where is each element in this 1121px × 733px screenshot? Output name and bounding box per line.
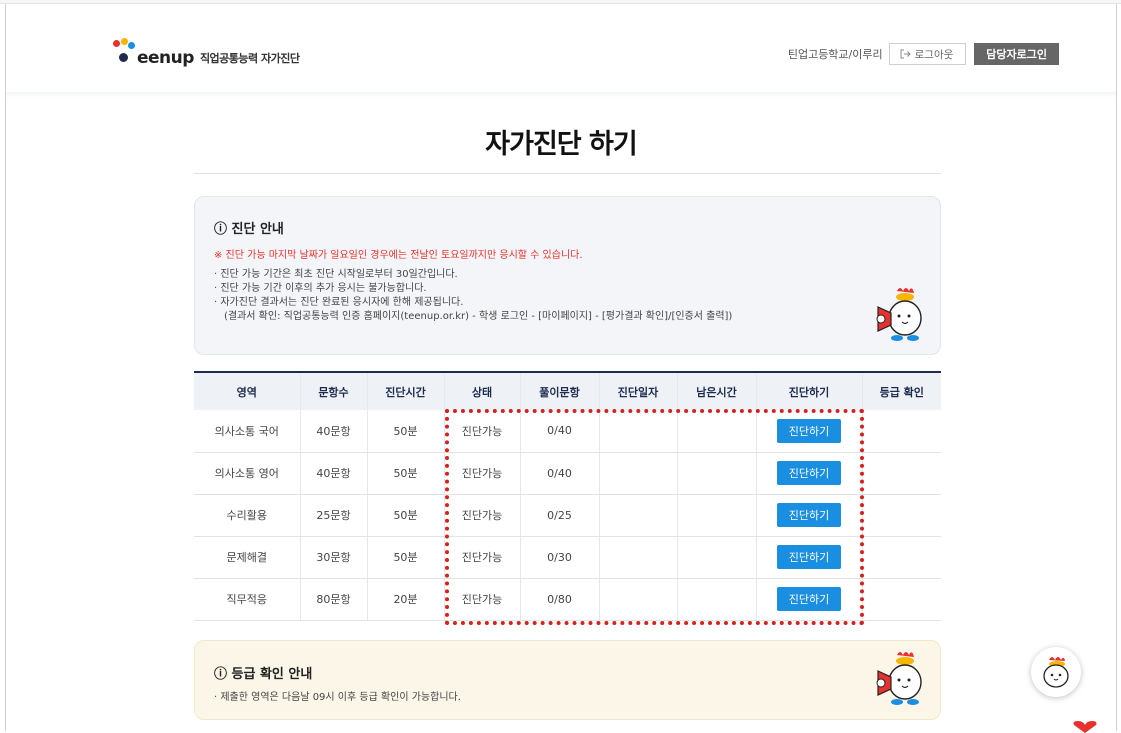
cell-area: 수리활용: [194, 494, 300, 537]
start-diagnosis-button[interactable]: 진단하기: [776, 587, 842, 611]
logout-button[interactable]: 로그아웃: [888, 43, 967, 65]
cell-time: 50분: [366, 494, 444, 537]
table-row: 의사소통 국어 40문항 50분 진단가능 0/40 진단하기: [194, 410, 941, 453]
mascot-megaphone-icon: [876, 652, 922, 705]
grade-notice-title: ⓘ 등급 확인 안내: [214, 667, 313, 682]
cell-grade: [861, 536, 941, 579]
cell-grade: [861, 410, 941, 453]
heart-icon: [1073, 721, 1097, 733]
cell-time: 50분: [366, 410, 444, 453]
cell-date: [598, 410, 677, 453]
cell-remaining: [676, 578, 756, 621]
cell-count: 25문항: [299, 494, 367, 537]
cell-action: 진단하기: [755, 410, 862, 453]
cell-area: 문제해결: [194, 536, 300, 579]
logout-label: 로그아웃: [914, 48, 954, 61]
column-header: 남은시간: [676, 371, 756, 410]
notice-item: (결과서 확인: 직업공통능력 인증 홈페이지(teenup.or.kr) - …: [224, 311, 733, 322]
logout-arrow-icon: [900, 49, 911, 59]
cell-date: [598, 578, 677, 621]
cell-area: 의사소통 국어: [194, 410, 300, 453]
column-header: 진단하기: [755, 371, 862, 410]
notice-title: ⓘ 진단 안내: [214, 222, 284, 237]
column-header: 진단일자: [598, 371, 677, 410]
cell-time: 20분: [366, 578, 444, 621]
cell-count: 40문항: [299, 452, 367, 495]
cell-action: 진단하기: [755, 536, 862, 579]
site-logo[interactable]: eenup 직업공통능력 자가진단: [113, 38, 300, 68]
diagnosis-notice-box: ⓘ 진단 안내 ※ 진단 가능 마지막 날짜가 일요일인 경우에는 전날인 토요…: [194, 196, 941, 355]
cell-date: [598, 536, 677, 579]
table-row: 의사소통 영어 40문항 50분 진단가능 0/40 진단하기: [194, 452, 941, 495]
logo-subtitle: 직업공통능력 자가진단: [199, 52, 300, 65]
cell-count: 80문항: [299, 578, 367, 621]
cell-remaining: [676, 452, 756, 495]
column-header: 등급 확인: [861, 371, 941, 410]
title-divider: [194, 173, 941, 174]
page-frame: eenup 직업공통능력 자가진단 틴업고등학교/이루리 로그아웃 담당자로그인…: [5, 4, 1117, 733]
cell-solved: 0/25: [519, 494, 599, 537]
cell-status: 진단가능: [443, 452, 520, 495]
page-title: 자가진단 하기: [485, 129, 637, 160]
notice-item: · 진단 가능 기간은 최초 진단 시작일로부터 30일간입니다.: [214, 269, 458, 280]
table-header-row: 영역 문항수 진단시간 상태 풀이문항 진단일자 남은시간 진단하기 등급 확인: [194, 371, 941, 410]
cell-grade: [861, 494, 941, 537]
header-shadow: [6, 92, 1116, 98]
grade-notice-text: · 제출한 영역은 다음날 09시 이후 등급 확인이 가능합니다.: [214, 692, 461, 703]
cell-remaining: [676, 536, 756, 579]
start-diagnosis-button[interactable]: 진단하기: [776, 461, 842, 485]
cell-action: 진단하기: [755, 494, 862, 537]
cell-date: [598, 452, 677, 495]
start-diagnosis-button[interactable]: 진단하기: [776, 545, 842, 569]
logo-wordmark: eenup: [137, 48, 194, 68]
notice-item: · 진단 가능 기간 이후의 추가 응시는 불가능합니다.: [214, 283, 427, 294]
table-row: 수리활용 25문항 50분 진단가능 0/25 진단하기: [194, 494, 941, 537]
cell-solved: 0/80: [519, 578, 599, 621]
user-area: 틴업고등학교/이루리 로그아웃 담당자로그인: [788, 43, 1059, 65]
mascot-megaphone-icon: [876, 288, 922, 341]
table-row: 직무적응 80문항 20분 진단가능 0/80 진단하기: [194, 578, 941, 621]
column-header: 영역: [194, 371, 300, 410]
cell-area: 의사소통 영어: [194, 452, 300, 495]
cell-status: 진단가능: [443, 494, 520, 537]
cell-solved: 0/40: [519, 410, 599, 453]
table-row: 문제해결 30문항 50분 진단가능 0/30 진단하기: [194, 536, 941, 579]
cell-count: 40문항: [299, 410, 367, 453]
logo-dots-icon: [113, 38, 135, 68]
cell-remaining: [676, 410, 756, 453]
cell-solved: 0/40: [519, 452, 599, 495]
notice-warning: ※ 진단 가능 마지막 날짜가 일요일인 경우에는 전날인 토요일까지만 응시할…: [214, 250, 583, 261]
chatbot-float-button[interactable]: [1031, 647, 1081, 697]
column-header: 문항수: [299, 371, 367, 410]
site-header: eenup 직업공통능력 자가진단 틴업고등학교/이루리 로그아웃 담당자로그인: [6, 4, 1116, 98]
cell-remaining: [676, 494, 756, 537]
user-name: 틴업고등학교/이루리: [787, 48, 883, 61]
cell-status: 진단가능: [443, 578, 520, 621]
cell-grade: [861, 452, 941, 495]
start-diagnosis-button[interactable]: 진단하기: [776, 503, 842, 527]
cell-count: 30문항: [299, 536, 367, 579]
cell-solved: 0/30: [519, 536, 599, 579]
column-header: 상태: [443, 371, 520, 410]
cell-area: 직무적응: [194, 578, 300, 621]
cell-date: [598, 494, 677, 537]
manager-login-button[interactable]: 담당자로그인: [974, 43, 1059, 65]
cell-status: 진단가능: [443, 410, 520, 453]
cell-action: 진단하기: [755, 578, 862, 621]
diagnosis-table: 영역 문항수 진단시간 상태 풀이문항 진단일자 남은시간 진단하기 등급 확인…: [194, 371, 941, 621]
cell-status: 진단가능: [443, 536, 520, 579]
cell-time: 50분: [366, 536, 444, 579]
start-diagnosis-button[interactable]: 진단하기: [776, 418, 842, 443]
chatbot-mascot-icon: [1043, 657, 1069, 688]
notice-item: · 자가진단 결과서는 진단 완료된 응시자에 한해 제공됩니다.: [214, 297, 464, 308]
notice-list: · 진단 가능 기간은 최초 진단 시작일로부터 30일간입니다. · 진단 가…: [214, 268, 732, 324]
grade-notice-box: ⓘ 등급 확인 안내 · 제출한 영역은 다음날 09시 이후 등급 확인이 가…: [194, 640, 941, 720]
cell-time: 50분: [366, 452, 444, 495]
column-header: 풀이문항: [519, 371, 599, 410]
cell-action: 진단하기: [755, 452, 862, 495]
cell-grade: [861, 578, 941, 621]
column-header: 진단시간: [366, 371, 444, 410]
